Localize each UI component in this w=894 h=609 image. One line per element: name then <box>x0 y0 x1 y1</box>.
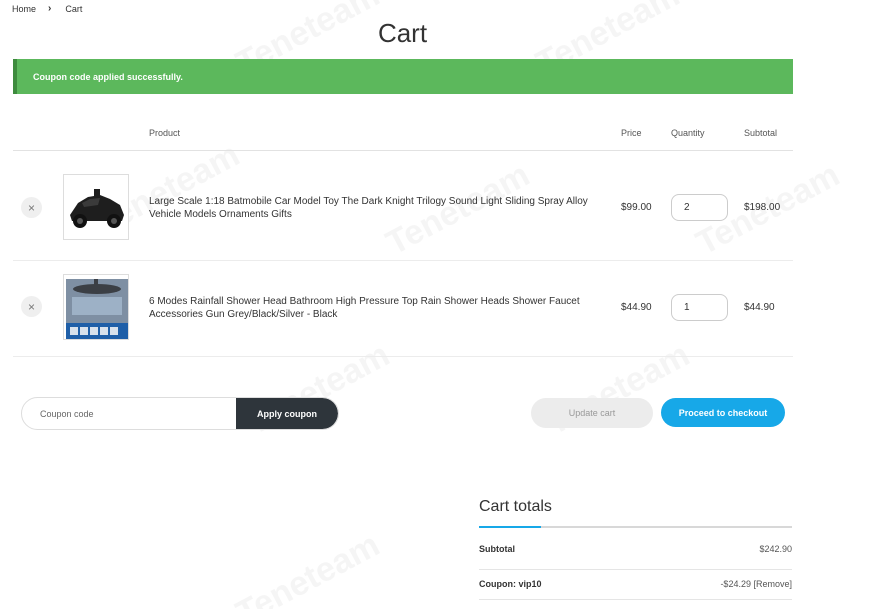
batmobile-image <box>64 175 128 239</box>
chevron-right-icon: › <box>48 3 52 14</box>
cart-totals-title: Cart totals <box>479 498 552 515</box>
table-row: × Large Scale 1:18 Batmobile Car Model T… <box>13 151 793 261</box>
subtotal-label: Subtotal <box>479 544 515 554</box>
proceed-to-checkout-button[interactable]: Proceed to checkout <box>661 398 785 427</box>
shower-head-image <box>64 275 128 339</box>
watermark: Teneteam <box>229 525 386 609</box>
cart-table: Product Price Quantity Subtotal × Large … <box>13 118 793 357</box>
coupon-label: Coupon: vip10 <box>479 579 542 589</box>
breadcrumb-home-link[interactable]: Home <box>12 4 36 14</box>
coupon-form: Apply coupon <box>21 397 339 430</box>
coupon-row: Coupon: vip10 -$24.29 [Remove] <box>479 570 792 600</box>
coupon-code-input[interactable] <box>22 398 236 429</box>
product-price: $99.00 <box>621 202 652 213</box>
update-cart-button[interactable]: Update cart <box>531 398 653 428</box>
success-notice: Coupon code applied successfully. <box>13 59 793 94</box>
product-subtotal: $198.00 <box>744 202 781 213</box>
product-name-link[interactable]: 6 Modes Rainfall Shower Head Bathroom Hi… <box>149 295 607 321</box>
subtotal-row: Subtotal $242.90 <box>479 540 792 570</box>
page-title: Cart <box>377 18 428 48</box>
apply-coupon-button[interactable]: Apply coupon <box>236 398 338 429</box>
product-price: $44.90 <box>621 302 652 313</box>
header-product: Product <box>149 128 181 138</box>
coupon-discount-value: -$24.29 <box>720 579 751 589</box>
header-quantity: Quantity <box>671 128 705 138</box>
table-header: Product Price Quantity Subtotal <box>13 118 793 151</box>
notice-text: Coupon code applied successfully. <box>33 71 183 82</box>
breadcrumb-current: Cart <box>65 3 83 14</box>
product-subtotal: $44.90 <box>744 302 775 313</box>
quantity-input[interactable] <box>671 294 728 321</box>
header-price: Price <box>621 128 642 138</box>
quantity-input[interactable] <box>671 194 728 221</box>
title-underline <box>479 526 792 528</box>
product-name-link[interactable]: Large Scale 1:18 Batmobile Car Model Toy… <box>149 195 607 221</box>
remove-item-icon[interactable]: × <box>21 197 42 218</box>
table-row: × 6 Modes Rainfall Shower Head Bathroom … <box>13 261 793 357</box>
product-thumbnail-shower-head[interactable] <box>63 274 129 340</box>
breadcrumb: Home › Cart <box>12 3 82 14</box>
cart-totals: Cart totals Subtotal $242.90 Coupon: vip… <box>479 498 792 600</box>
header-subtotal: Subtotal <box>744 128 778 138</box>
product-thumbnail-batmobile[interactable] <box>63 174 129 240</box>
subtotal-value: $242.90 <box>759 544 792 554</box>
coupon-value-group: -$24.29 [Remove] <box>720 579 792 599</box>
remove-coupon-link[interactable]: [Remove] <box>753 579 792 589</box>
remove-item-icon[interactable]: × <box>21 296 42 317</box>
